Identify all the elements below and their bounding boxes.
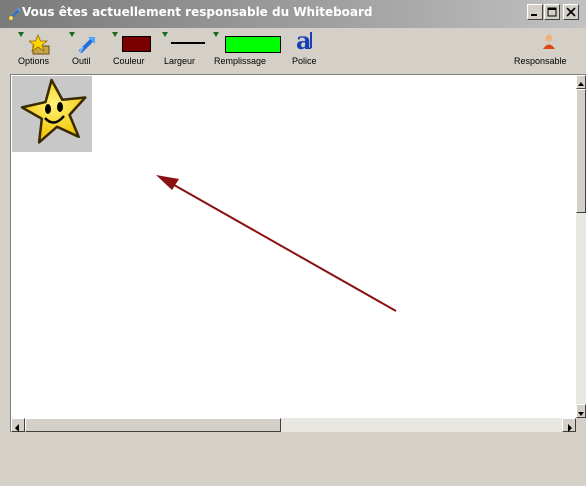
- remplissage-tool[interactable]: Remplissage: [210, 28, 286, 74]
- largeur-tool[interactable]: Largeur: [160, 28, 210, 74]
- dropdown-arrow-icon: [162, 32, 168, 37]
- whiteboard-app-icon: [9, 8, 20, 20]
- scroll-down-button[interactable]: [576, 404, 586, 418]
- largeur-label: Largeur: [164, 56, 196, 66]
- couleur-label: Couleur: [113, 56, 145, 66]
- drawn-arrow[interactable]: [11, 75, 576, 418]
- maximize-icon: [547, 7, 557, 17]
- whiteboard-frame: [10, 74, 586, 432]
- dropdown-arrow-icon: [213, 32, 219, 37]
- options-icon: [29, 34, 50, 55]
- police-label: Police: [292, 56, 317, 66]
- options-tool[interactable]: Options: [16, 28, 62, 74]
- couleur-tool[interactable]: Couleur: [109, 28, 157, 74]
- arrow-pointer-icon: [78, 37, 95, 54]
- vertical-scroll-thumb[interactable]: [576, 89, 586, 213]
- vertical-scrollbar[interactable]: [576, 75, 586, 418]
- horizontal-scrollbar[interactable]: [11, 418, 576, 432]
- horizontal-scroll-thumb[interactable]: [25, 418, 281, 432]
- line-width-icon: [171, 42, 205, 44]
- dropdown-arrow-icon: [18, 32, 24, 37]
- scroll-right-button[interactable]: [562, 418, 576, 432]
- user-icon: [543, 34, 555, 49]
- options-label: Options: [18, 56, 50, 66]
- scrollbar-corner: [576, 418, 586, 432]
- bottom-panel: [0, 432, 586, 486]
- remplissage-label: Remplissage: [214, 56, 267, 66]
- close-icon: [566, 7, 576, 17]
- scroll-left-button[interactable]: [11, 418, 25, 432]
- color-swatch: [122, 36, 151, 52]
- minimize-button[interactable]: [527, 4, 543, 20]
- responsable-tool[interactable]: Responsable: [512, 28, 586, 74]
- dropdown-arrow-icon: [69, 32, 75, 37]
- close-button[interactable]: [563, 4, 579, 20]
- minimize-icon: [531, 14, 537, 16]
- font-cursor-icon: [310, 32, 312, 48]
- police-tool[interactable]: a Police: [290, 26, 330, 74]
- toolbar: Options Outil Couleur Largeur Remplissag…: [0, 26, 586, 74]
- scroll-up-button[interactable]: [576, 75, 586, 89]
- fill-swatch: [225, 36, 281, 53]
- responsable-label: Responsable: [514, 56, 567, 66]
- title-bar: Vous êtes actuellement responsable du Wh…: [0, 0, 586, 28]
- whiteboard-canvas[interactable]: [11, 75, 576, 418]
- dropdown-arrow-icon: [112, 32, 118, 37]
- outil-label: Outil: [72, 56, 91, 66]
- outil-tool[interactable]: Outil: [66, 28, 102, 74]
- maximize-button[interactable]: [544, 4, 560, 20]
- window-title: Vous êtes actuellement responsable du Wh…: [22, 5, 373, 19]
